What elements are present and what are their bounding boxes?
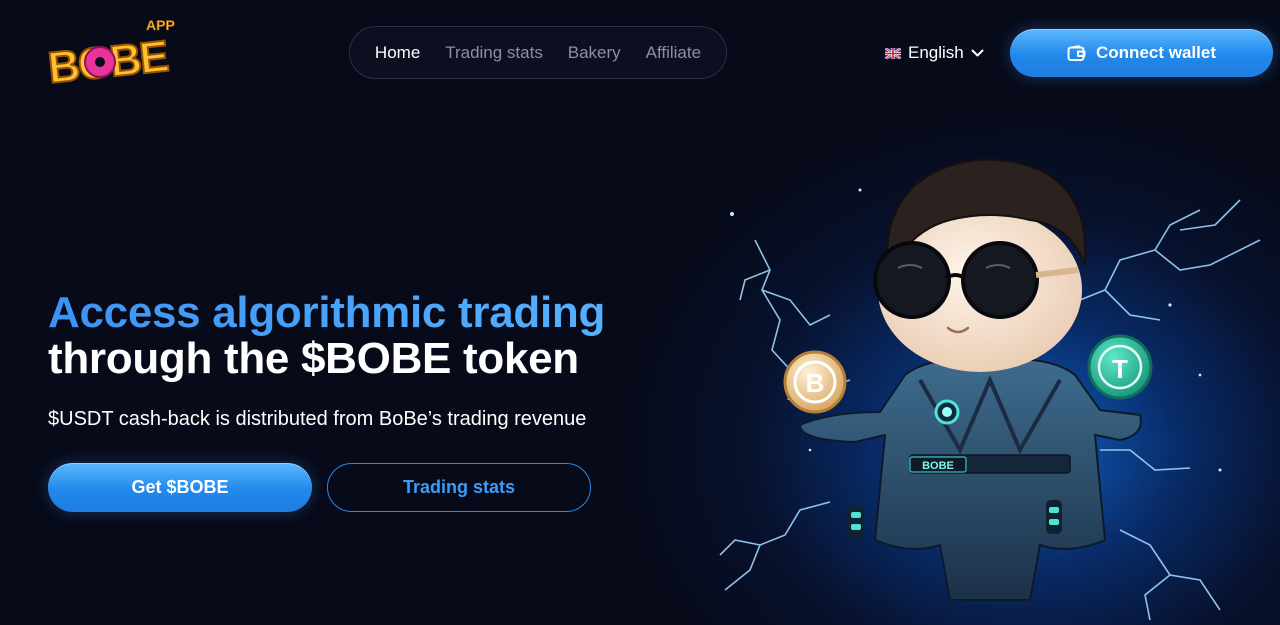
svg-text:T: T — [1112, 354, 1128, 384]
wallet-icon — [1067, 44, 1086, 61]
uk-flag-icon — [885, 47, 901, 59]
hero-headline: Access algorithmic trading through the $… — [48, 290, 605, 382]
hero-headline-line2: through the $BOBE token — [48, 334, 579, 383]
nav-item-home[interactable]: Home — [375, 43, 420, 63]
trading-stats-button[interactable]: Trading stats — [327, 463, 591, 512]
nav-item-affiliate[interactable]: Affiliate — [646, 43, 701, 63]
connect-wallet-label: Connect wallet — [1096, 43, 1216, 62]
nav-item-trading-stats[interactable]: Trading stats — [445, 43, 543, 63]
get-bobe-button[interactable]: Get $BOBE — [48, 463, 312, 512]
mascot-coat — [798, 358, 1142, 601]
hero-subtitle: $USDT cash-back is distributed from BoBe… — [48, 408, 587, 430]
mascot-illustration: BOBE B T — [719, 158, 1261, 621]
logo-app-text: APP — [146, 17, 175, 33]
belt-label: BOBE — [922, 460, 954, 472]
chevron-down-icon — [971, 49, 984, 56]
tether-coin-icon: T — [1087, 334, 1153, 400]
language-selector[interactable]: English — [885, 42, 984, 64]
bitcoin-coin-icon: B — [783, 350, 847, 414]
nav-item-bakery[interactable]: Bakery — [568, 43, 621, 63]
bobe-app-logo[interactable]: APP BOBE — [46, 14, 196, 90]
hero-headline-line1: Access algorithmic trading — [48, 288, 606, 337]
language-label: English — [908, 43, 964, 62]
connect-wallet-button[interactable]: Connect wallet — [1010, 29, 1273, 77]
main-nav: Home Trading stats Bakery Affiliate — [349, 26, 727, 79]
svg-text:B: B — [806, 368, 825, 398]
